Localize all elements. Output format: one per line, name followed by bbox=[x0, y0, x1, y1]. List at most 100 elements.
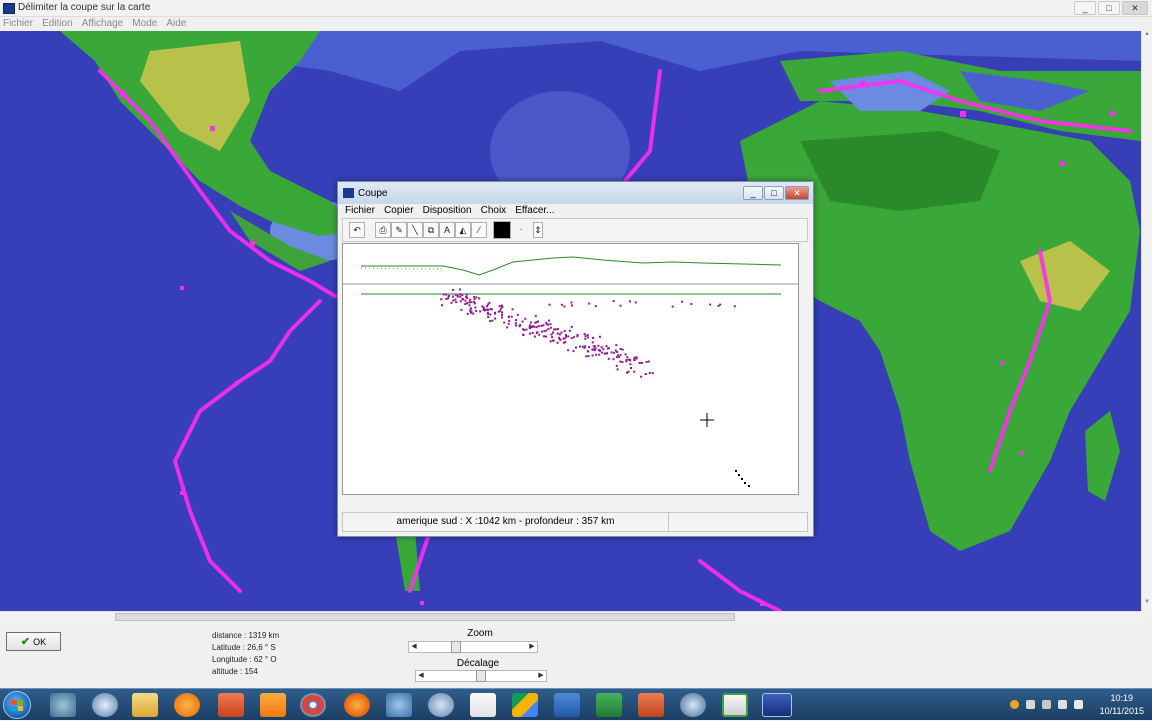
google-drive-icon[interactable] bbox=[512, 693, 538, 717]
vlc-icon[interactable] bbox=[260, 693, 286, 717]
decalage-slider-thumb[interactable] bbox=[476, 670, 486, 682]
decalage-left-arrow[interactable]: ◀ bbox=[416, 671, 426, 681]
network-icon[interactable] bbox=[1058, 700, 1067, 709]
print-icon[interactable]: ⎙ bbox=[375, 222, 391, 238]
minimize-button[interactable]: _ bbox=[1074, 1, 1096, 15]
presentation-icon[interactable] bbox=[638, 693, 664, 717]
earthquake-point bbox=[619, 353, 622, 356]
media-player-icon[interactable] bbox=[174, 693, 200, 717]
tectonique-app-icon[interactable] bbox=[762, 693, 792, 717]
coupe-menu-disposition[interactable]: Disposition bbox=[420, 204, 475, 218]
earthquake-point bbox=[511, 308, 514, 311]
earthquake-point bbox=[733, 305, 736, 308]
earthquake-point bbox=[719, 303, 722, 306]
chrome-icon[interactable] bbox=[300, 693, 326, 717]
vmware-icon[interactable] bbox=[50, 693, 76, 717]
line-tool-icon[interactable]: ╲ bbox=[407, 222, 423, 238]
copy-icon[interactable]: ⧉ bbox=[423, 222, 439, 238]
earthquake-point bbox=[497, 310, 500, 313]
coupe-menu-effacer[interactable]: Effacer... bbox=[512, 204, 557, 218]
longitude-readout: Longitude : 62 ° O bbox=[212, 655, 277, 664]
zoom-right-arrow[interactable]: ▶ bbox=[527, 642, 537, 652]
coupe-menu-choix[interactable]: Choix bbox=[478, 204, 510, 218]
zoom-slider[interactable]: ◀ ▶ bbox=[408, 641, 538, 653]
powerpoint-icon[interactable] bbox=[218, 693, 244, 717]
menu-fichier[interactable]: Fichier bbox=[0, 17, 36, 31]
earthquake-point bbox=[619, 304, 622, 307]
decalage-right-arrow[interactable]: ▶ bbox=[536, 671, 546, 681]
clock-date: 10/11/2015 bbox=[1099, 706, 1144, 716]
earthquake-point bbox=[489, 308, 492, 311]
clock[interactable]: 10:19 10/11/2015 bbox=[1100, 692, 1144, 718]
earthquake-point bbox=[629, 359, 631, 362]
search-app-icon[interactable] bbox=[428, 693, 454, 717]
notification-icon[interactable] bbox=[1010, 700, 1019, 709]
gmail-icon[interactable] bbox=[470, 693, 496, 717]
color-swatch[interactable] bbox=[493, 221, 511, 239]
firefox-icon[interactable] bbox=[344, 693, 370, 717]
earthquake-point bbox=[445, 298, 448, 300]
bird-app-icon[interactable] bbox=[386, 693, 412, 717]
earthquake-point bbox=[466, 297, 469, 299]
scroll-up-arrow[interactable]: ▲ bbox=[1142, 31, 1152, 41]
document-icon[interactable] bbox=[554, 693, 580, 717]
earthquake-point bbox=[503, 321, 506, 324]
earthquake-point bbox=[473, 298, 476, 301]
brush-icon[interactable]: ⁄ bbox=[471, 222, 487, 238]
earthquake-point bbox=[441, 304, 443, 307]
map-horizontal-scrollbar[interactable] bbox=[0, 611, 1141, 622]
c-app-icon[interactable] bbox=[722, 693, 748, 717]
zoom-label: Zoom bbox=[467, 628, 493, 639]
earthquake-point bbox=[671, 305, 674, 308]
earthquake-point bbox=[610, 351, 613, 354]
coupe-horizontal-scrollbar[interactable] bbox=[342, 496, 808, 506]
coupe-menu-fichier[interactable]: Fichier bbox=[342, 204, 378, 218]
hp-icon[interactable] bbox=[92, 693, 118, 717]
undo-icon[interactable]: ↶ bbox=[349, 222, 365, 238]
earthquake-point bbox=[534, 314, 537, 317]
fill-tool-icon[interactable]: ◭ bbox=[455, 222, 471, 238]
menu-mode[interactable]: Mode bbox=[129, 17, 160, 31]
close-button[interactable]: ✕ bbox=[1122, 1, 1148, 15]
tray-app-icon[interactable] bbox=[1042, 700, 1051, 709]
flag-icon[interactable] bbox=[1026, 700, 1035, 709]
spreadsheet-icon[interactable] bbox=[596, 693, 622, 717]
volume-icon[interactable] bbox=[1074, 700, 1083, 709]
menu-edition[interactable]: Edition bbox=[39, 17, 76, 31]
earthquake-point bbox=[626, 371, 628, 374]
earthquake-point bbox=[549, 340, 552, 343]
zoom-slider-thumb[interactable] bbox=[451, 641, 461, 653]
earthquake-point bbox=[556, 332, 559, 335]
coupe-menu-copier[interactable]: Copier bbox=[381, 204, 416, 218]
decalage-slider[interactable]: ◀ ▶ bbox=[415, 670, 547, 682]
coupe-maximize-button[interactable]: □ bbox=[764, 186, 784, 200]
sync-icon[interactable] bbox=[680, 693, 706, 717]
map-hscroll-thumb[interactable] bbox=[115, 613, 735, 621]
pencil-icon[interactable]: ✎ bbox=[391, 222, 407, 238]
earthquake-point bbox=[473, 301, 476, 303]
coupe-vertical-scrollbar[interactable] bbox=[801, 243, 811, 495]
earthquake-point bbox=[452, 295, 455, 298]
folder-icon[interactable] bbox=[132, 693, 158, 717]
coupe-close-button[interactable]: ✕ bbox=[785, 186, 809, 200]
menu-affichage[interactable]: Affichage bbox=[79, 17, 127, 31]
earthquake-point bbox=[459, 295, 462, 298]
cross-section-canvas[interactable] bbox=[342, 243, 799, 495]
size-spinner[interactable]: ⇕ bbox=[533, 222, 543, 238]
scroll-down-arrow[interactable]: ▼ bbox=[1142, 599, 1152, 609]
coupe-minimize-button[interactable]: _ bbox=[743, 186, 763, 200]
earthquake-point bbox=[599, 335, 601, 338]
earthquake-point bbox=[612, 358, 615, 361]
maximize-button[interactable]: □ bbox=[1098, 1, 1120, 15]
earthquake-point bbox=[487, 316, 490, 318]
text-tool-icon[interactable]: A bbox=[439, 222, 455, 238]
menu-aide[interactable]: Aide bbox=[163, 17, 189, 31]
zoom-left-arrow[interactable]: ◀ bbox=[409, 642, 419, 652]
start-button[interactable] bbox=[3, 691, 31, 719]
earthquake-point bbox=[602, 348, 605, 351]
map-vertical-scrollbar[interactable]: ▲ ▼ bbox=[1141, 31, 1152, 611]
earthquake-point bbox=[629, 363, 632, 366]
ok-button[interactable]: ✔ OK bbox=[6, 632, 61, 651]
earthquake-point bbox=[501, 316, 503, 319]
earthquake-point bbox=[522, 333, 524, 336]
